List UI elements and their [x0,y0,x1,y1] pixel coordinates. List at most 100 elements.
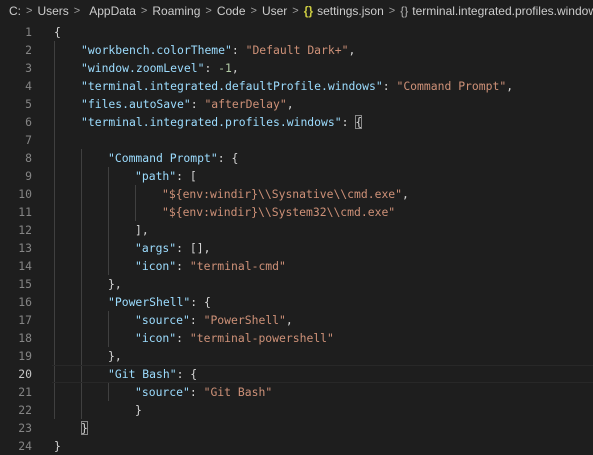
code-text: "args": [], [135,239,210,257]
json-punctuation: }, [108,349,122,363]
code-line[interactable]: 9 "path": [ [0,167,593,185]
line-number: 23 [18,421,32,435]
json-punctuation: : [176,259,190,273]
json-key: "path" [135,169,177,183]
code-line[interactable]: 12], [0,221,593,239]
code-text: } [81,419,88,437]
json-punctuation: , [231,61,239,75]
json-punctuation: : [204,61,219,75]
json-punctuation: : [341,115,356,129]
code-editor[interactable]: 1{ 2 "workbench.colorTheme": "Default Dark… [0,23,593,453]
line-number: 2 [25,43,32,57]
breadcrumb-item[interactable]: Code [217,4,246,18]
json-key: "terminal.integrated.profiles.windows" [81,115,342,129]
breadcrumb-item[interactable]: AppData [89,4,136,18]
json-punctuation: }, [108,277,122,291]
code-text: } [135,401,142,419]
code-text: } [54,437,61,455]
breadcrumb: C: > Users > AppData > Roaming > Code > User >{} set… [0,0,593,22]
json-key: "PowerShell" [108,295,191,309]
json-key: "source" [135,385,190,399]
code-line[interactable]: 19}, [0,347,593,365]
code-text: "terminal.integrated.defaultProfile.wind… [81,77,513,95]
code-text: "path": [ [135,167,197,185]
json-key: "args" [135,241,177,255]
line-number: 22 [18,403,32,417]
code-line[interactable]: 7 [0,131,593,149]
line-number: 10 [18,187,32,201]
code-text: "workbench.colorTheme": "Default Dark+", [81,41,355,59]
json-string: "afterDelay" [204,97,287,111]
breadcrumb-item[interactable]: C: [9,4,21,18]
line-number: 6 [25,115,32,129]
json-punctuation: , [402,187,409,201]
line-number: 16 [18,295,32,309]
code-line[interactable]: 6 "terminal.integrated.profiles.windows":… [0,113,593,131]
line-number: 5 [25,97,32,111]
json-key: "window.zoomLevel" [81,61,205,75]
code-line[interactable]: 22} [0,401,593,419]
code-line[interactable]: 13 "args": [], [0,239,593,257]
json-key: "files.autoSave" [81,97,191,111]
code-line[interactable]: 18 "icon": "terminal-powershell" [0,329,593,347]
line-number: 9 [25,169,32,183]
line-number: 24 [18,439,32,453]
breadcrumb-separator: > [140,5,148,17]
json-key: "icon" [135,331,177,345]
code-line[interactable]: 1{ [0,23,593,41]
code-line[interactable]: 10 "${env:windir}\\Sysnative\\cmd.exe", [0,185,593,203]
breadcrumb-item[interactable]: Roaming [152,4,200,18]
json-key: "terminal.integrated.defaultProfile.wind… [81,79,383,93]
breadcrumb-item[interactable]: settings.json [317,4,384,18]
code-text: "${env:windir}\\System32\\cmd.exe" [162,203,395,221]
code-line[interactable]: 21 "source": "Git Bash" [0,383,593,401]
code-line[interactable]: 14 "icon": "terminal-cmd" [0,257,593,275]
code-text: "icon": "terminal-cmd" [135,257,286,275]
json-key: "source" [135,313,190,327]
json-punctuation: : [231,43,246,57]
json-key: "Git Bash" [108,367,177,381]
json-punctuation: : [], [176,241,211,255]
breadcrumb-separator: > [73,5,81,17]
code-text: "source": "PowerShell", [135,311,293,329]
line-number: 14 [18,259,32,273]
code-line[interactable]: 15}, [0,275,593,293]
json-punctuation: , [506,79,514,93]
breadcrumb-item[interactable]: Users [37,4,68,18]
json-punctuation: } [135,403,142,417]
json-punctuation: : [ [176,169,197,183]
code-line[interactable]: 5 "files.autoSave": "afterDelay", [0,95,593,113]
code-line[interactable]: 17 "source": "PowerShell", [0,311,593,329]
code-line[interactable]: 11 "${env:windir}\\System32\\cmd.exe" [0,203,593,221]
code-text: }, [108,347,122,365]
code-line[interactable]: 23} [0,419,593,437]
code-line[interactable]: 16 "PowerShell": { [0,293,593,311]
line-number: 13 [18,241,32,255]
json-string: "terminal-cmd" [189,259,286,273]
code-line[interactable]: 3 "window.zoomLevel": -1, [0,59,593,77]
breadcrumb-item[interactable]: terminal.integrated.profiles.windows [412,4,593,18]
code-line[interactable]: 20 "Git Bash": { [0,365,593,383]
code-line[interactable]: 2 "workbench.colorTheme": "Default Dark+"… [0,41,593,59]
code-text: }, [108,275,122,293]
json-key: "Command Prompt" [108,151,218,165]
code-text: "Git Bash": { [108,365,197,383]
json-punctuation: : [176,331,190,345]
json-punctuation: , [285,313,293,327]
json-punctuation: , [286,97,294,111]
line-number: 3 [25,61,32,75]
code-text: "icon": "terminal-powershell" [135,329,334,347]
json-string: "${env:windir}\\Sysnative\\cmd.exe" [162,187,403,201]
line-number: 20 [18,367,32,381]
line-number: 8 [25,151,32,165]
code-line[interactable]: 24} [0,437,593,455]
json-punctuation: { [54,25,61,39]
json-string: "${env:windir}\\System32\\cmd.exe" [162,205,396,219]
code-text: "PowerShell": { [108,293,211,311]
breadcrumb-separator: > [292,5,299,17]
breadcrumb-item[interactable]: User [262,4,287,18]
code-line[interactable]: 4 "terminal.integrated.defaultProfile.win… [0,77,593,95]
breadcrumb-separator: > [250,5,257,17]
code-text: "terminal.integrated.profiles.windows": … [81,113,363,131]
code-line[interactable]: 8 "Command Prompt": { [0,149,593,167]
